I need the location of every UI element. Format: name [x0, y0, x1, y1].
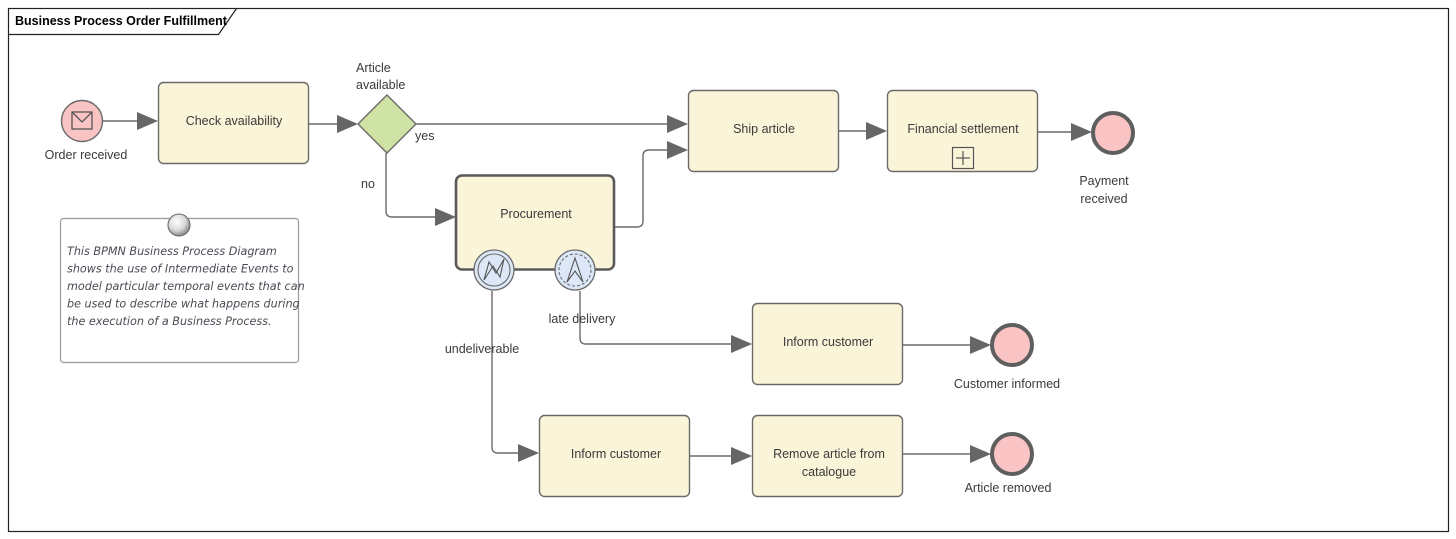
gateway-yes-label: yes: [415, 129, 434, 143]
pin-icon: [167, 213, 191, 237]
gateway-no-label: no: [361, 177, 375, 191]
diagram-title: Business Process Order Fulfillment: [15, 14, 228, 28]
note-line: be used to describe what happens during: [67, 298, 300, 311]
task-label: Procurement: [500, 207, 572, 221]
task-label: Inform customer: [783, 335, 873, 349]
boundary-event-label: late delivery: [549, 312, 616, 326]
task-remove-article[interactable]: Remove article from catalogue: [751, 414, 904, 498]
end-event-label-line2: received: [1080, 192, 1127, 206]
boundary-event-label: undeliverable: [445, 342, 519, 356]
note-line: the execution of a Business Process.: [67, 315, 272, 328]
task-label: Ship article: [733, 122, 795, 136]
task-ship-article[interactable]: Ship article: [687, 89, 840, 173]
end-event-label-line1: Payment: [1079, 174, 1129, 188]
note-line: model particular temporal events that ca…: [67, 280, 305, 293]
task-label: Inform customer: [571, 447, 661, 461]
task-label: Check availability: [186, 114, 283, 128]
gateway-label-line1: Article: [356, 61, 391, 75]
note-line: This BPMN Business Process Diagram: [67, 245, 277, 258]
task-inform-customer-undeliverable[interactable]: Inform customer: [538, 414, 691, 498]
task-label-line1: Remove article from: [773, 447, 885, 461]
end-event-label: Customer informed: [954, 377, 1060, 391]
task-inform-customer-late[interactable]: Inform customer: [751, 302, 904, 386]
task-check-availability[interactable]: Check availability: [157, 81, 310, 165]
task-financial-settlement[interactable]: Financial settlement: [886, 89, 1039, 173]
gateway-label-line2: available: [356, 78, 405, 92]
start-event-label: Order received: [45, 148, 128, 162]
task-label-line2: catalogue: [802, 465, 856, 479]
end-event-label: Article removed: [965, 481, 1052, 495]
bpmn-diagram-canvas: Business Process Order Fulfillment Order…: [7, 7, 1450, 533]
note-line: shows the use of Intermediate Events to: [67, 263, 294, 276]
task-label: Financial settlement: [907, 122, 1019, 136]
diagram-note[interactable]: This BPMN Business Process Diagram shows…: [59, 213, 305, 364]
